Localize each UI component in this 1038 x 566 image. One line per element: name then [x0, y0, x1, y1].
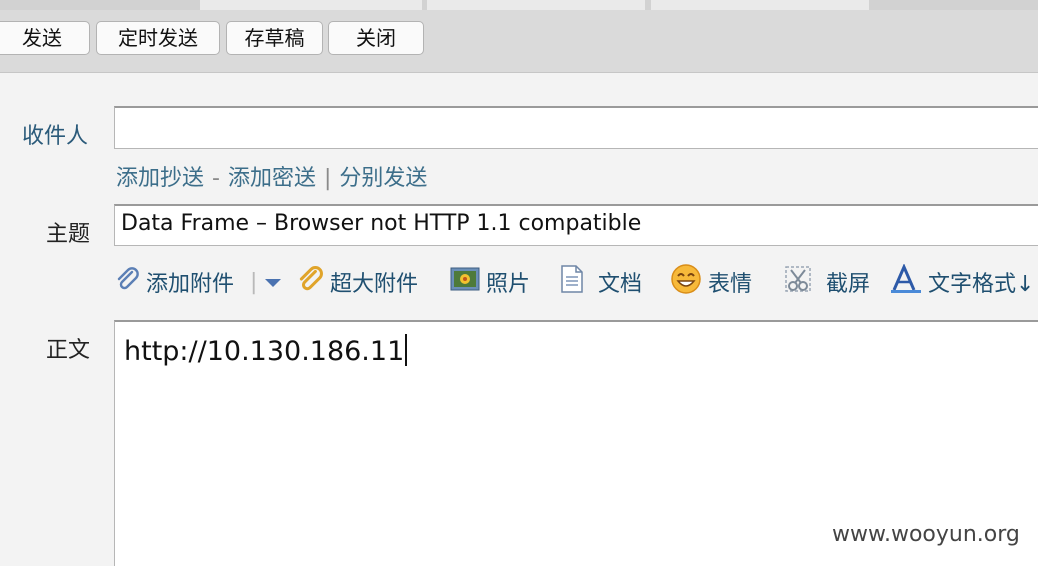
link-separator-dash: - [212, 166, 220, 191]
add-attachment-button[interactable]: 添加附件 [114, 262, 234, 302]
recipient-input[interactable] [114, 106, 1038, 149]
large-attachment-button[interactable]: 超大附件 [296, 262, 418, 302]
text-format-icon [890, 263, 922, 300]
close-button[interactable]: 关闭 [328, 21, 424, 55]
scissors-icon [784, 264, 814, 300]
subject-input[interactable]: Data Frame – Browser not HTTP 1.1 compat… [114, 204, 1038, 246]
chevron-down-icon [263, 270, 283, 295]
document-button[interactable]: 文档 [560, 262, 642, 302]
document-icon [560, 265, 584, 299]
text-format-button[interactable]: 文字格式↓ [890, 262, 1034, 302]
link-separator-pipe: | [323, 166, 332, 191]
watermark: www.wooyun.org [832, 522, 1020, 547]
body-content: http://10.130.186.11 [124, 334, 408, 367]
body-label: 正文 [46, 338, 91, 363]
body-value: http://10.130.186.11 [124, 336, 405, 367]
screenshot-button[interactable]: 截屏 [784, 262, 870, 302]
add-attachment-label: 添加附件 [146, 272, 235, 297]
large-paperclip-icon [296, 265, 324, 299]
recipient-links: 添加抄送 - 添加密送 | 分别发送 [116, 160, 427, 192]
subject-value: Data Frame – Browser not HTTP 1.1 compat… [121, 211, 642, 236]
save-draft-button[interactable]: 存草稿 [226, 21, 323, 55]
large-attachment-label: 超大附件 [330, 272, 419, 297]
screenshot-label: 截屏 [826, 272, 871, 297]
dropdown-separator: | [250, 269, 258, 295]
photo-button[interactable]: 照片 [450, 262, 530, 302]
text-caret [405, 334, 408, 366]
separate-send-link[interactable]: 分别发送 [339, 166, 427, 191]
photo-label: 照片 [486, 272, 531, 297]
emoji-button[interactable]: 表情 [670, 262, 752, 302]
tab-strip [0, 0, 1038, 11]
send-button[interactable]: 发送 [0, 21, 90, 55]
recipient-label: 收件人 [22, 124, 89, 149]
emoji-icon [670, 263, 702, 301]
paperclip-icon [114, 266, 140, 298]
compose-toolbar: 发送 定时发送 存草稿 关闭 [0, 10, 1038, 73]
text-format-label: 文字格式↓ [928, 272, 1035, 297]
document-label: 文档 [598, 272, 643, 297]
photo-icon [450, 266, 480, 298]
attachment-dropdown[interactable]: | [250, 262, 283, 302]
subject-label: 主题 [46, 222, 91, 247]
add-bcc-link[interactable]: 添加密送 [228, 166, 316, 191]
scheduled-send-button[interactable]: 定时发送 [96, 21, 220, 55]
emoji-label: 表情 [708, 272, 753, 297]
add-cc-link[interactable]: 添加抄送 [116, 166, 204, 191]
